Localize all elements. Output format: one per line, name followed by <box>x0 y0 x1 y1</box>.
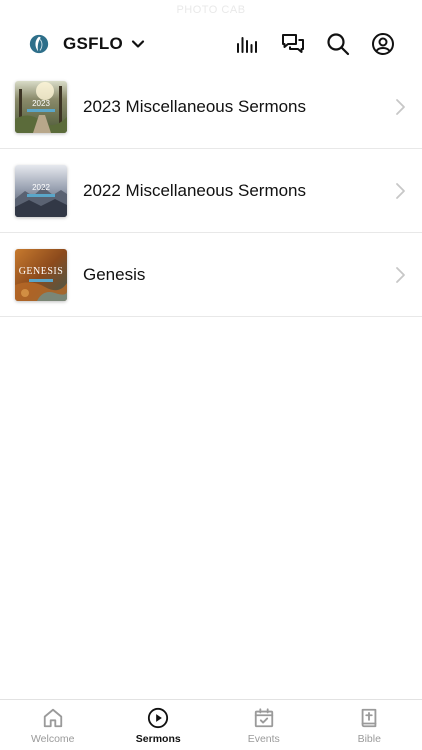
leaf-logo <box>29 34 49 54</box>
home-icon <box>43 708 62 728</box>
sermon-series-list: 2023 2023 Miscellaneous Sermons 2022 202… <box>0 65 422 317</box>
series-thumbnail: GENESIS <box>15 248 67 301</box>
series-title: 2023 Miscellaneous Sermons <box>83 96 307 116</box>
series-thumbnail: 2023 <box>15 80 67 133</box>
tab-events[interactable]: Events <box>211 700 317 750</box>
thumbnail-text: 2022 <box>32 182 50 192</box>
audio-bars-icon[interactable] <box>235 31 261 57</box>
series-title: Genesis <box>83 264 146 284</box>
profile-icon[interactable] <box>370 31 396 57</box>
series-title: 2022 Miscellaneous Sermons <box>83 180 307 200</box>
chevron-right-icon <box>396 98 405 115</box>
status-bar-text: PHOTO CAB <box>176 4 246 16</box>
tab-welcome[interactable]: Welcome <box>0 700 106 750</box>
organization-name: GSFLO <box>63 34 124 53</box>
tab-label: Welcome <box>30 733 75 745</box>
tab-label: Bible <box>357 733 381 745</box>
chevron-down-icon <box>131 40 145 48</box>
tab-label: Sermons <box>135 733 181 745</box>
series-thumbnail: 2022 <box>15 164 67 217</box>
tab-label: Events <box>247 733 280 745</box>
bible-icon <box>361 708 377 728</box>
chevron-right-icon <box>396 266 405 283</box>
list-item[interactable]: 2023 2023 Miscellaneous Sermons <box>0 65 422 149</box>
tab-bible[interactable]: Bible <box>317 700 422 750</box>
thumbnail-text: 2023 <box>32 98 50 108</box>
bottom-tab-bar: Welcome Sermons Events Bible <box>0 699 422 750</box>
chat-bubbles-icon[interactable] <box>280 31 306 57</box>
thumbnail-text: GENESIS <box>18 265 64 277</box>
app-header: GSFLO <box>0 20 422 68</box>
tab-sermons[interactable]: Sermons <box>106 700 212 750</box>
organization-switcher[interactable]: GSFLO <box>28 33 145 55</box>
list-item[interactable]: 2022 2022 Miscellaneous Sermons <box>0 149 422 233</box>
chevron-right-icon <box>396 182 405 199</box>
play-circle-icon <box>148 707 169 729</box>
search-icon[interactable] <box>325 31 351 57</box>
list-item[interactable]: GENESIS Genesis <box>0 233 422 317</box>
calendar-check-icon <box>254 708 273 728</box>
